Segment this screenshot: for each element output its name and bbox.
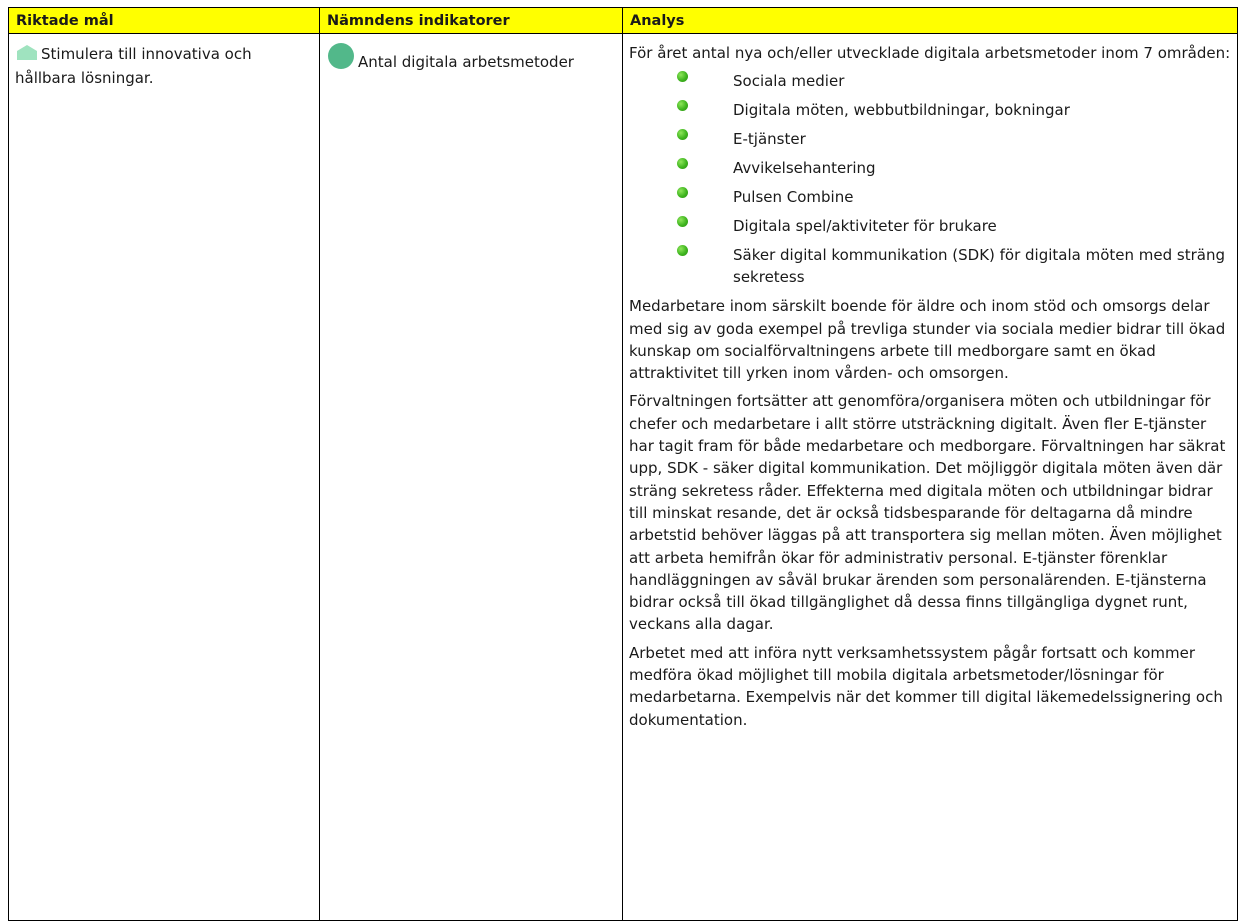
list-item: Sociala medier — [677, 70, 1231, 92]
analysis-intro: För året antal nya och/eller utvecklade … — [629, 44, 1231, 62]
analysis-paragraph: Förvaltningen fortsätter att genomföra/o… — [629, 392, 1226, 634]
header-analys: Analys — [622, 7, 1238, 34]
goals-table: Riktade mål Nämndens indikatorer Analys … — [8, 7, 1238, 921]
house-status-icon — [15, 44, 39, 67]
header-namndens-indikatorer: Nämndens indikatorer — [319, 7, 623, 34]
bullet-dot-icon — [677, 158, 688, 170]
header-riktade-mal: Riktade mål — [8, 7, 320, 34]
analysis-paragraph: Medarbetare inom särskilt boende för äld… — [629, 297, 1226, 383]
bullet-dot-icon — [677, 216, 688, 228]
goal-text: Stimulera till innovativa och hållbara l… — [15, 45, 252, 87]
bullet-dot-icon — [677, 245, 688, 257]
list-item: E-tjänster — [677, 128, 1231, 150]
bullet-dot-icon — [677, 187, 688, 199]
indicator-cell: Antal digitala arbetsmetoder — [319, 33, 623, 921]
methods-list: Sociala medier Digitala möten, webbutbil… — [629, 70, 1231, 288]
bullet-dot-icon — [677, 71, 688, 83]
list-item: Digitala spel/aktiviteter för brukare — [677, 215, 1231, 237]
bullet-dot-icon — [677, 129, 688, 141]
list-item: Digitala möten, webbutbildningar, boknin… — [677, 99, 1231, 121]
table-header-row: Riktade mål Nämndens indikatorer Analys — [8, 7, 1238, 34]
bullet-dot-icon — [677, 100, 688, 112]
analysis-paragraph: Arbetet med att införa nytt verksamhetss… — [629, 643, 1223, 729]
analysis-cell: För året antal nya och/eller utvecklade … — [622, 33, 1238, 921]
table-row: Stimulera till innovativa och hållbara l… — [8, 33, 1238, 921]
goal-cell: Stimulera till innovativa och hållbara l… — [8, 33, 320, 921]
list-item: Pulsen Combine — [677, 186, 1231, 208]
circle-status-icon — [326, 43, 356, 75]
list-item: Avvikelsehantering — [677, 157, 1231, 179]
list-item: Säker digital kommunikation (SDK) för di… — [677, 244, 1231, 288]
indicator-text: Antal digitala arbetsmetoder — [358, 53, 574, 71]
